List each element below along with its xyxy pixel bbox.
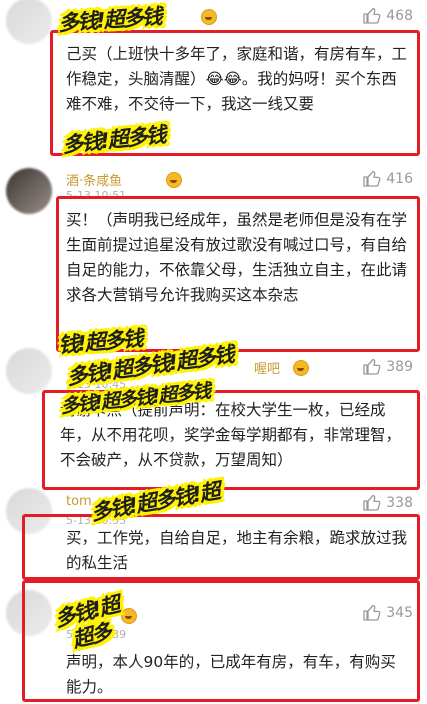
vip-badge-icon bbox=[293, 360, 309, 376]
avatar[interactable] bbox=[6, 0, 52, 44]
like-count: 338 bbox=[386, 494, 413, 511]
like-button[interactable]: 338 bbox=[363, 494, 413, 511]
avatar[interactable] bbox=[6, 348, 52, 394]
thumbs-up-icon bbox=[363, 358, 381, 375]
thumbs-up-icon bbox=[363, 170, 381, 187]
username[interactable]: tom bbox=[66, 494, 92, 509]
avatar[interactable] bbox=[6, 168, 52, 214]
username[interactable]: 喔吧 bbox=[254, 358, 280, 377]
username[interactable]: 酒·条咸鱼 bbox=[66, 170, 122, 189]
thumbs-up-icon bbox=[363, 494, 381, 511]
comment-text: 买！（声明我已经成年，虽然是老师但是没有在学生面前提过追星没有放过歌没有喊过口号… bbox=[66, 211, 408, 304]
like-count: 468 bbox=[386, 7, 413, 24]
thumbs-up-icon bbox=[363, 7, 381, 24]
like-button[interactable]: 468 bbox=[363, 7, 413, 24]
like-count: 389 bbox=[386, 358, 413, 375]
vip-badge-icon bbox=[201, 9, 217, 25]
comment-item: 5-13 10:39 345 声明，本人90年的，已成年有房，有车，有购买能力。 bbox=[0, 580, 427, 704]
like-count: 416 bbox=[386, 170, 413, 187]
comment-text: 声明，本人90年的，已成年有房，有车，有购买能力。 bbox=[66, 653, 396, 696]
vip-badge-icon bbox=[166, 172, 182, 188]
comment-item: 酒·条咸鱼 5-13 10:51 416 买！（声明我已经成年，虽然是老师但是没… bbox=[0, 160, 427, 352]
comment-text: 买，工作党，自给自足，地主有余粮，跪求放过我的私生活 bbox=[66, 529, 408, 572]
comment-item: 喔吧 5-13 10:45 389 谢谢卡点（提前声明：在校大学生一枚，已经成年… bbox=[0, 348, 427, 490]
like-button[interactable]: 416 bbox=[363, 170, 413, 187]
like-button[interactable]: 389 bbox=[363, 358, 413, 375]
